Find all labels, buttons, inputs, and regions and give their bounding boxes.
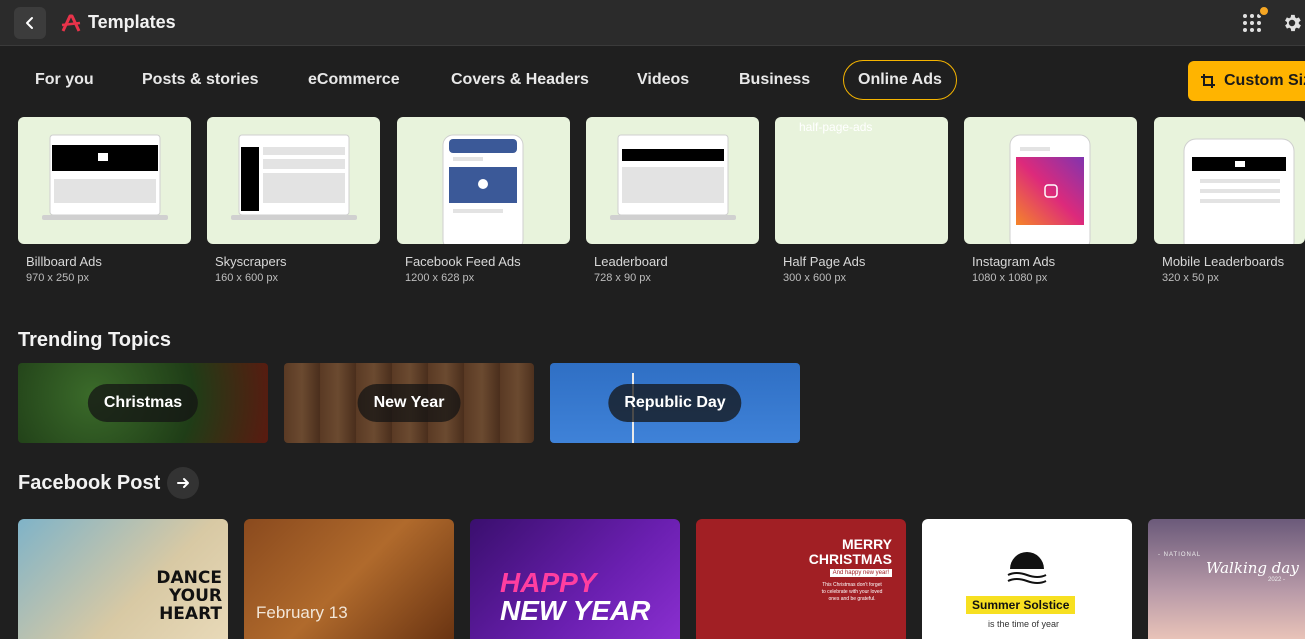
post-text: NEW YEAR [500,595,651,626]
see-all-button[interactable] [167,467,199,499]
broken-image-icon: half-page-ads [799,120,872,134]
app-logo-icon [61,14,81,32]
topic-card-christmas[interactable]: Christmas [18,363,268,443]
topic-label: New Year [357,384,461,422]
tab-business[interactable]: Business [739,60,810,100]
post-template-card[interactable]: - NATIONAL Walking day 2022 - [1148,519,1305,639]
phone-mockup-icon [1009,134,1091,244]
ad-format-size: 300 x 600 px [783,272,846,284]
ad-format-size: 728 x 90 px [594,272,651,284]
tab-posts-stories[interactable]: Posts & stories [142,60,258,100]
laptop-mockup-icon [231,134,357,220]
gear-icon[interactable] [1281,12,1303,34]
apps-grid-icon[interactable] [1243,14,1261,32]
phone-mockup-icon [442,134,524,244]
topic-label: Republic Day [608,384,742,422]
custom-size-button[interactable]: Custom Size [1188,61,1305,101]
ad-thumbnail [586,117,759,244]
crop-icon [1201,74,1215,88]
ad-format-card[interactable]: Facebook Feed Ads 1200 x 628 px [397,117,570,284]
laptop-mockup-icon [42,134,168,220]
ad-format-name: Skyscrapers [215,254,287,269]
ad-format-card[interactable]: Leaderboard 728 x 90 px [586,117,759,284]
post-text: CHRISTMAS [808,551,892,567]
post-template-card[interactable]: Summer Solstice is the time of year [922,519,1132,639]
post-text: HEART [159,604,222,624]
ad-thumbnail [207,117,380,244]
post-text: Walking day [1206,559,1299,577]
sun-icon [1007,552,1047,584]
back-button[interactable] [14,7,46,39]
post-template-card[interactable]: DANCE YOUR HEART [18,519,228,639]
ad-format-card[interactable]: Instagram Ads 1080 x 1080 px [964,117,1137,284]
ad-thumbnail [397,117,570,244]
ad-format-size: 970 x 250 px [26,272,89,284]
tab-videos[interactable]: Videos [637,60,689,100]
ad-format-name: Leaderboard [594,254,668,269]
ad-thumbnail [18,117,191,244]
top-bar: Templates [0,0,1305,46]
ad-thumbnail [964,117,1137,244]
ad-format-size: 160 x 600 px [215,272,278,284]
post-text: - NATIONAL [1158,552,1202,558]
topic-label: Christmas [87,384,199,422]
tab-covers-headers[interactable]: Covers & Headers [451,60,589,100]
ad-format-size: 1200 x 628 px [405,272,475,284]
post-text: 2022 - [1268,577,1286,583]
post-template-card[interactable]: February 13 [244,519,454,639]
topic-card-republic-day[interactable]: Republic Day [550,363,800,443]
post-template-card[interactable]: MERRY CHRISTMAS And happy new year! This… [696,519,906,639]
notification-badge [1258,5,1270,17]
ad-format-name: Billboard Ads [26,254,102,269]
phone-mockup-icon [1183,138,1295,244]
tab-ecommerce[interactable]: eCommerce [308,60,400,100]
facebook-post-heading: Facebook Post [18,472,161,494]
ad-format-card[interactable]: Mobile Leaderboards 320 x 50 px [1154,117,1305,284]
post-text: February 13 [256,603,348,622]
post-text: is the time of year [988,619,1060,629]
post-text: MERRY [841,536,892,552]
post-text: ones and be grateful. [828,596,876,602]
post-text: Summer Solstice [966,596,1076,614]
post-text: to celebrate with your loved [821,589,883,595]
laptop-mockup-icon [610,134,736,220]
category-tabs: For you Posts & stories eCommerce Covers… [0,60,1305,102]
ad-format-name: Instagram Ads [972,254,1056,269]
ad-format-name: Mobile Leaderboards [1162,254,1285,269]
ad-format-name: Half Page Ads [783,254,866,269]
ad-format-name: Facebook Feed Ads [405,254,521,269]
page-title: Templates [88,12,176,32]
post-text: And happy new year! [829,569,892,577]
broken-image-alt: half-page-ads [799,120,873,134]
post-text: YOUR [168,586,222,606]
ad-format-size: 1080 x 1080 px [972,272,1048,284]
ad-format-size: 320 x 50 px [1162,272,1219,284]
post-text: DANCE [156,568,222,588]
tab-for-you[interactable]: For you [35,60,94,100]
ad-format-card[interactable]: Skyscrapers 160 x 600 px [207,117,380,284]
post-text: This Christmas don't forget [822,582,882,588]
ad-format-card[interactable]: Billboard Ads 970 x 250 px [18,117,191,284]
topic-card-new-year[interactable]: New Year [284,363,534,443]
post-text: HAPPY [500,567,597,598]
chevron-left-icon [26,17,33,29]
ad-thumbnail [1154,117,1305,244]
trending-topics-heading: Trending Topics [18,329,171,351]
ad-format-card[interactable]: half-page-ads Half Page Ads 300 x 600 px [775,117,948,284]
post-template-card[interactable]: HAPPY NEW YEAR [470,519,680,639]
ad-thumbnail: half-page-ads [775,117,948,244]
custom-size-label: Custom Size [1224,72,1305,89]
tab-online-ads[interactable]: Online Ads [843,60,957,100]
arrow-right-icon [177,478,189,488]
